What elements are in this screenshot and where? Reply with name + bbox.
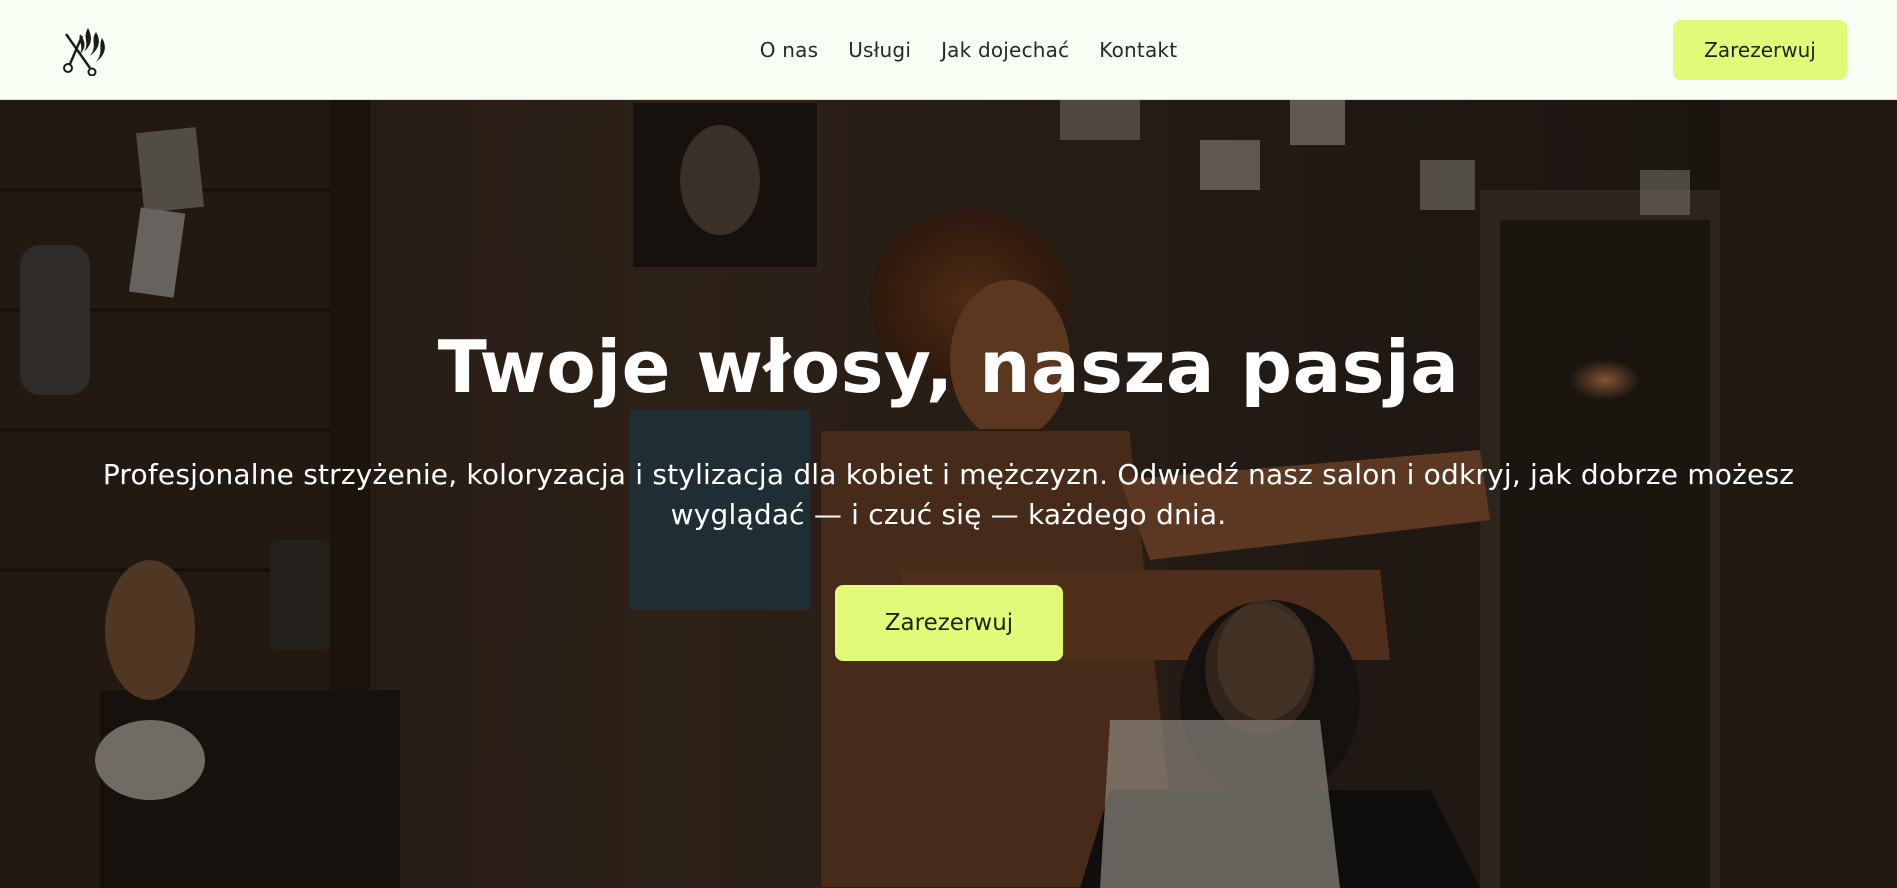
hero-content: Twoje włosy, nasza pasja Profesjonalne s… xyxy=(0,100,1897,888)
hero-section: Twoje włosy, nasza pasja Profesjonalne s… xyxy=(0,100,1897,888)
nav-item-kontakt[interactable]: Kontakt xyxy=(1099,38,1177,62)
hero-subtitle: Profesjonalne strzyżenie, koloryzacja i … xyxy=(102,458,1795,531)
hero-book-button[interactable]: Zarezerwuj xyxy=(835,585,1063,661)
hero-title: Twoje włosy, nasza pasja xyxy=(437,325,1460,409)
main-nav: O nas Usługi Jak dojechać Kontakt xyxy=(0,0,1897,100)
nav-item-o-nas[interactable]: O nas xyxy=(760,38,818,62)
nav-list: O nas Usługi Jak dojechać Kontakt xyxy=(760,38,1178,62)
nav-item-jak-dojechac[interactable]: Jak dojechać xyxy=(941,38,1069,62)
site-header: O nas Usługi Jak dojechać Kontakt Zareze… xyxy=(0,0,1897,100)
header-book-button[interactable]: Zarezerwuj xyxy=(1673,20,1847,80)
salon-logo-icon[interactable] xyxy=(60,24,108,77)
nav-item-uslugi[interactable]: Usługi xyxy=(848,38,911,62)
